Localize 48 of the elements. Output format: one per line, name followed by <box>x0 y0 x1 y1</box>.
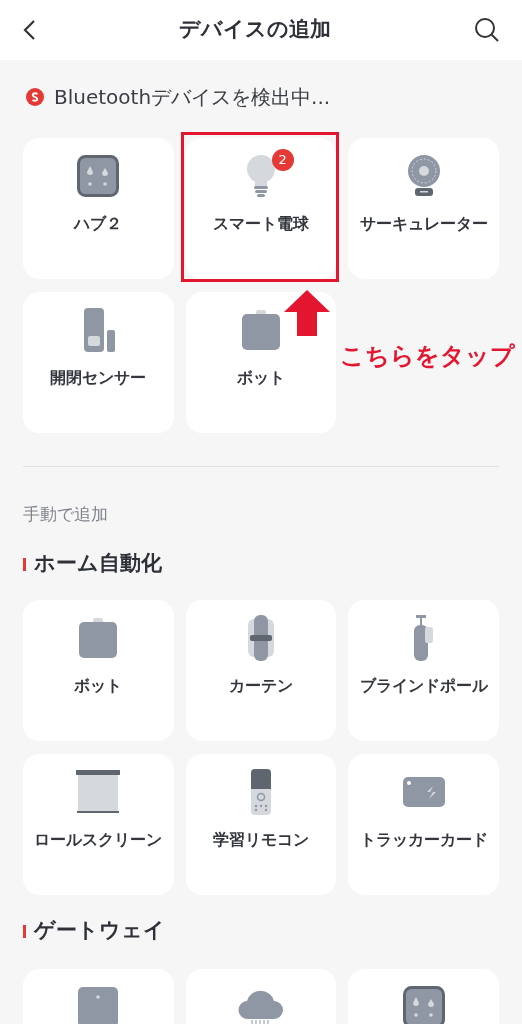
device-label: トラッカーカード <box>359 829 488 851</box>
curtain-robot-icon <box>248 615 274 661</box>
accent-bar <box>23 924 26 938</box>
door-sensor-icon <box>81 308 116 352</box>
device-card[interactable]: ブラインドポール <box>348 600 499 741</box>
blind-pole-icon <box>412 615 435 661</box>
light-bulb-icon <box>245 154 277 198</box>
device-card[interactable]: 学習リモコン <box>185 754 337 895</box>
status-icon <box>26 88 44 106</box>
fan-icon <box>405 154 442 198</box>
hub-icon <box>77 155 120 197</box>
bot-device-icon <box>78 618 119 658</box>
gateway-device-icon <box>78 987 119 1024</box>
scanning-text: Bluetoothデバイスを検出中... <box>54 84 331 111</box>
device-label: ブラインドポール <box>359 675 488 697</box>
device-card[interactable]: 開閉センサー <box>23 292 174 433</box>
device-label: 開閉センサー <box>50 367 147 389</box>
remote-control-icon <box>251 769 271 815</box>
device-label: ロールスクリーン <box>34 829 163 851</box>
tracker-card-icon <box>402 777 445 807</box>
device-card[interactable]: ボット <box>185 292 337 433</box>
device-card[interactable]: ロールスクリーン <box>23 754 174 895</box>
device-label: カーテン <box>229 675 293 697</box>
device-card[interactable]: トラッカーカード <box>348 754 499 895</box>
count-badge: 2 <box>271 149 294 171</box>
search-icon[interactable] <box>474 17 500 43</box>
back-icon[interactable] <box>22 19 36 41</box>
device-card[interactable]: ボット <box>23 600 174 741</box>
section-heading: ホーム自動化 <box>34 550 162 578</box>
cloud-icon <box>238 989 284 1024</box>
bot-device-icon <box>241 310 281 350</box>
device-label: 学習リモコン <box>213 829 309 851</box>
manual-add-label: 手動で追加 <box>22 503 109 525</box>
device-label: ハブ２ <box>74 213 123 235</box>
device-card[interactable]: カーテン <box>185 600 337 741</box>
device-label: スマート電球 <box>213 213 309 235</box>
device-label: ボット <box>74 675 123 697</box>
device-label: サーキュレーター <box>359 213 488 235</box>
hub-icon <box>402 986 445 1024</box>
arrow-up-icon <box>284 290 330 336</box>
device-card[interactable]: ハブ２ <box>23 138 174 279</box>
roll-screen-icon <box>76 770 121 814</box>
device-label: ボット <box>237 367 285 389</box>
device-card[interactable]: サーキュレーター <box>348 138 499 279</box>
callout-text: こちらをタップ <box>340 341 515 372</box>
page-title: デバイスの追加 <box>179 16 331 44</box>
section-heading: ゲートウェイ <box>34 917 165 945</box>
accent-bar <box>23 557 26 571</box>
